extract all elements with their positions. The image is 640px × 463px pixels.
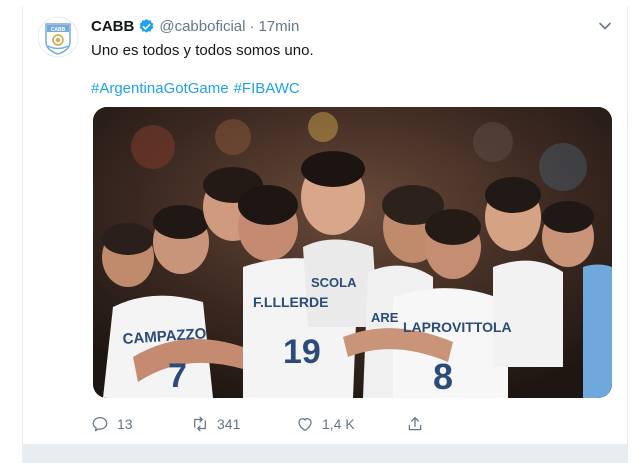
retweet-icon xyxy=(194,416,206,432)
jersey-number: 19 xyxy=(283,333,321,371)
tweet-actions: 13 341 1,4 K xyxy=(91,412,431,436)
user-handle[interactable]: @cabboficial xyxy=(159,18,245,35)
jersey-number: 8 xyxy=(433,356,453,397)
heart-icon xyxy=(298,417,312,432)
avatar[interactable]: CABB xyxy=(37,16,79,58)
share-button[interactable] xyxy=(406,415,424,433)
reply-icon xyxy=(92,416,108,432)
avatar-text: CABB xyxy=(51,27,66,33)
tweet-timestamp[interactable]: 17min xyxy=(258,18,299,35)
jersey-name: F.LLLERDE xyxy=(253,294,328,310)
jersey-name: LAPROVITTOLA xyxy=(403,319,512,335)
display-name[interactable]: CABB xyxy=(91,18,134,35)
jersey-number: 7 xyxy=(168,357,187,395)
separator-dot: · xyxy=(249,17,255,35)
tweet-header: CABB @cabboficial · 17min xyxy=(91,16,299,36)
like-count: 1,4 K xyxy=(322,416,355,432)
retweet-count: 341 xyxy=(217,416,241,432)
hashtag-list: #ArgentinaGotGame #FIBAWC xyxy=(91,79,300,99)
verified-badge-icon xyxy=(138,18,155,35)
hashtag-link[interactable]: #ArgentinaGotGame xyxy=(91,79,229,99)
share-icon xyxy=(408,416,422,431)
team-celebration-photo: CAMPAZZO F.LLLERDE SCOLA ARE LAPROVITTOL… xyxy=(93,107,612,398)
jersey-name: ARE xyxy=(371,310,399,325)
cabb-logo-icon: CABB xyxy=(37,16,79,58)
tweet-photo[interactable]: CAMPAZZO F.LLLERDE SCOLA ARE LAPROVITTOL… xyxy=(93,107,612,398)
reply-count: 13 xyxy=(117,416,133,432)
hashtag-link[interactable]: #FIBAWC xyxy=(234,79,300,99)
timeline-divider xyxy=(22,444,628,463)
tweet-text: Uno es todos y todos somos uno. xyxy=(91,42,314,59)
reply-button[interactable]: 13 xyxy=(91,415,191,433)
tweet-card[interactable]: CABB CABB @cabboficial · 17min Uno es to… xyxy=(22,6,628,444)
retweet-button[interactable]: 341 xyxy=(191,415,296,433)
jersey-name: SCOLA xyxy=(311,275,357,290)
like-button[interactable]: 1,4 K xyxy=(296,415,406,433)
chevron-down-icon[interactable] xyxy=(595,16,615,36)
